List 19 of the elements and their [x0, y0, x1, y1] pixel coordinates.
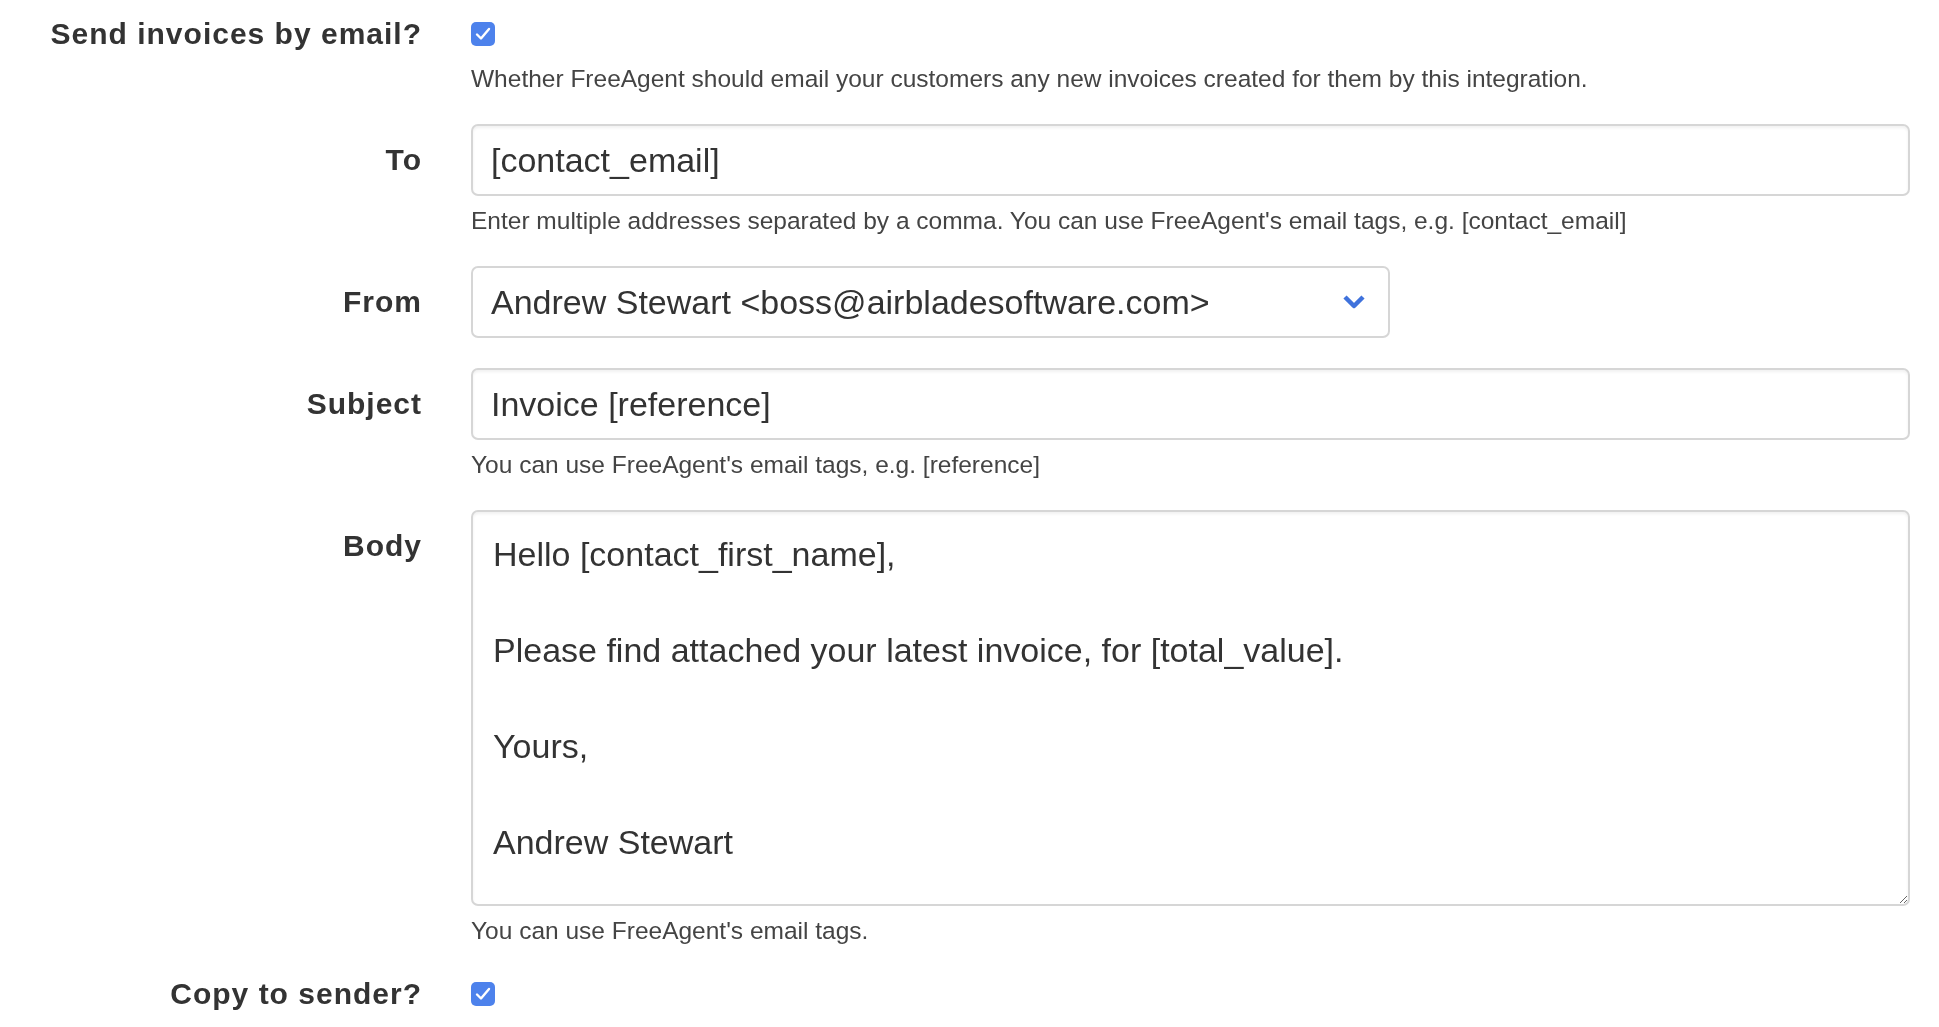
check-icon — [475, 27, 491, 41]
checkbox[interactable] — [471, 982, 495, 1006]
check-icon — [475, 987, 491, 1001]
field-label: Body — [342, 528, 422, 564]
checkbox[interactable] — [471, 22, 495, 46]
help-text: Whether FreeAgent should email your customers any new invoices created for them by this integration. — [471, 64, 1588, 94]
body-field[interactable]: Hello [contact_first_name], Please find attached your latest invoice, for [total_value]. Yours, Andrew Stewart — [471, 510, 1910, 906]
help-text: Enter multiple addresses separated by a comma. You can use FreeAgent's email tags, e.g. [contact_email] — [471, 206, 1627, 236]
field-label: Copy to sender? — [169, 976, 422, 1012]
field-label: Subject — [305, 386, 422, 422]
field-label: From — [342, 284, 422, 320]
field-label: To — [384, 142, 422, 178]
text-field[interactable]: [contact_email] — [471, 124, 1910, 196]
dropdown[interactable]: Andrew Stewart <boss@airbladesoftware.com> — [471, 266, 1390, 338]
field-label: Send invoices by email? — [49, 16, 422, 52]
help-text: You can use FreeAgent's email tags. — [471, 916, 869, 946]
chevron-down-icon — [1342, 294, 1366, 310]
help-text: You can use FreeAgent's email tags, e.g. [reference] — [471, 450, 1040, 480]
text-field[interactable]: Invoice [reference] — [471, 368, 1910, 440]
